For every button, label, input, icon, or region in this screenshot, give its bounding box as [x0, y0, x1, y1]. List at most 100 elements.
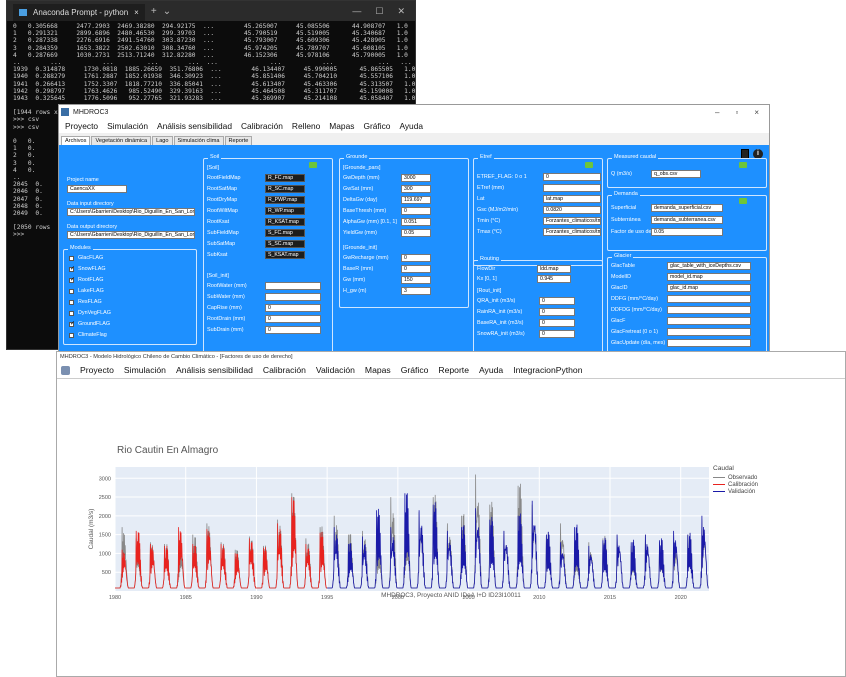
text-field[interactable]: 3: [401, 287, 431, 295]
project-name-field[interactable]: CaencaXX: [67, 185, 127, 193]
menu-item-calibración[interactable]: Calibración: [241, 121, 283, 131]
text-field[interactable]: 0.945: [537, 275, 571, 283]
tab-reporte[interactable]: Reporte: [224, 136, 253, 145]
text-field[interactable]: 0.05: [651, 228, 723, 236]
checkbox-snowflag[interactable]: [69, 265, 75, 272]
menu-item-ayuda[interactable]: Ayuda: [399, 121, 423, 131]
legend-item-observado[interactable]: Observado: [713, 474, 758, 481]
checkbox-dynvegflag[interactable]: [69, 311, 74, 316]
menu-item-mapas[interactable]: Mapas: [329, 121, 354, 131]
text-field[interactable]: [265, 282, 321, 290]
checkbox-groundflag[interactable]: [69, 320, 75, 327]
text-field[interactable]: 0: [265, 304, 321, 312]
terminal-tab[interactable]: Anaconda Prompt - python ×: [13, 4, 145, 21]
close-button[interactable]: ✕: [397, 6, 405, 17]
checkbox-rootflag[interactable]: [69, 276, 75, 283]
data-output-field[interactable]: C:\Users\Gbarrien\Desktop\Rio_Diguillin_…: [67, 231, 195, 239]
folder-icon[interactable]: [739, 162, 747, 168]
menu-item-reporte[interactable]: Reporte: [438, 365, 469, 375]
text-field[interactable]: 3000: [401, 174, 431, 182]
menu-item-calibración[interactable]: Calibración: [263, 365, 306, 375]
menu-item-proyecto[interactable]: Proyecto: [65, 121, 98, 131]
text-field[interactable]: S_KSAT.map: [265, 251, 305, 259]
text-field[interactable]: 0: [539, 297, 575, 305]
legend-item-validacion[interactable]: Validación: [713, 488, 758, 495]
text-field[interactable]: 0: [543, 173, 601, 181]
text-field[interactable]: demanda_subterranea.csv: [651, 216, 723, 224]
menu-item-ayuda[interactable]: Ayuda: [479, 365, 503, 375]
text-field[interactable]: [667, 306, 751, 314]
text-field[interactable]: [265, 293, 321, 301]
menu-item-validación[interactable]: Validación: [316, 365, 355, 375]
menu-item-análisis-sensibilidad[interactable]: Análisis sensibilidad: [157, 121, 232, 131]
text-field[interactable]: [667, 328, 751, 336]
menu-item-mapas[interactable]: Mapas: [365, 365, 391, 375]
tab-simulación-clima[interactable]: Simulación clima: [173, 136, 224, 145]
menu-item-simulación[interactable]: Simulación: [124, 365, 166, 375]
folder-icon[interactable]: [739, 198, 747, 204]
text-field[interactable]: S_FC.map: [265, 229, 305, 237]
minimize-button[interactable]: —: [352, 6, 361, 17]
text-field[interactable]: R_SC.map: [265, 185, 305, 193]
text-field[interactable]: 0.051: [401, 218, 431, 226]
close-button[interactable]: ×: [754, 108, 759, 117]
text-field[interactable]: S_SC.map: [265, 240, 305, 248]
menu-item-análisis-sensibilidad[interactable]: Análisis sensibilidad: [176, 365, 253, 375]
data-input-field[interactable]: C:\Users\Gbarrien\Desktop\Rio_Diguillin_…: [67, 208, 195, 216]
chevron-down-icon[interactable]: ⌄: [163, 6, 171, 17]
text-field[interactable]: Forzantes_climaticos/tmax/tmax: [543, 228, 601, 236]
text-field[interactable]: R_WP.map: [265, 207, 305, 215]
maximize-button[interactable]: ☐: [375, 6, 383, 17]
menu-item-proyecto[interactable]: Proyecto: [80, 365, 114, 375]
tab-archivos[interactable]: Archivos: [61, 136, 91, 145]
minimize-button[interactable]: –: [715, 108, 719, 117]
text-field[interactable]: glac_id.map: [667, 284, 751, 292]
text-field[interactable]: 0: [265, 326, 321, 334]
checkbox-climateflag[interactable]: [69, 333, 74, 338]
text-field[interactable]: 0: [265, 315, 321, 323]
text-field[interactable]: [667, 339, 751, 347]
text-field[interactable]: 119.697: [401, 196, 431, 204]
text-field[interactable]: 0: [539, 330, 575, 338]
tab-lago[interactable]: Lago: [152, 136, 173, 145]
maximize-button[interactable]: ▫: [735, 108, 738, 117]
text-field[interactable]: 0: [401, 207, 431, 215]
close-tab-icon[interactable]: ×: [134, 8, 139, 17]
chart-legend[interactable]: Caudal Observado Calibración Validación: [713, 465, 758, 495]
text-field[interactable]: 0.05: [401, 229, 431, 237]
text-field[interactable]: [667, 295, 751, 303]
legend-item-calibracion[interactable]: Calibración: [713, 481, 758, 488]
text-field[interactable]: q_obs.csv: [651, 170, 701, 178]
text-field[interactable]: Forzantes_climaticos/tmin/tmin: [543, 217, 601, 225]
menu-item-relleno[interactable]: Relleno: [292, 121, 320, 131]
menu-item-gráfico[interactable]: Gráfico: [363, 121, 390, 131]
text-field[interactable]: R_FC.map: [265, 174, 305, 182]
text-field[interactable]: 150: [401, 276, 431, 284]
text-field[interactable]: 0: [539, 319, 575, 327]
checkbox-glacflag[interactable]: [69, 256, 74, 261]
group-legend: Glacier: [612, 253, 634, 259]
text-field[interactable]: [543, 184, 601, 192]
text-field[interactable]: ldd.map: [537, 265, 571, 273]
text-field[interactable]: model_id.map: [667, 273, 751, 281]
text-field[interactable]: lat.map: [543, 195, 601, 203]
menu-item-gráfico[interactable]: Gráfico: [401, 365, 429, 375]
checkbox-lakeflag[interactable]: [69, 289, 74, 294]
menu-item-simulación[interactable]: Simulación: [107, 121, 148, 131]
text-field[interactable]: 0: [401, 254, 431, 262]
text-field[interactable]: demanda_superficial.csv: [651, 204, 723, 212]
text-field[interactable]: glac_table_with_iceDepths.csv: [667, 262, 751, 270]
text-field[interactable]: 300: [401, 185, 431, 193]
text-field[interactable]: [667, 317, 751, 325]
checkbox-resflag[interactable]: [69, 300, 74, 305]
folder-icon[interactable]: [309, 162, 317, 168]
tab-vegetación-dinámica[interactable]: Vegetación dinámica: [91, 136, 152, 145]
text-field[interactable]: R_KSAT.map: [265, 218, 305, 226]
folder-icon[interactable]: [585, 162, 593, 168]
text-field[interactable]: 0: [539, 308, 575, 316]
menu-item-integracionpython[interactable]: IntegracionPython: [513, 365, 582, 375]
new-tab-button[interactable]: +: [151, 6, 157, 17]
text-field[interactable]: 0.0820: [543, 206, 601, 214]
text-field[interactable]: 0: [401, 265, 431, 273]
text-field[interactable]: R_PWP.map: [265, 196, 305, 204]
